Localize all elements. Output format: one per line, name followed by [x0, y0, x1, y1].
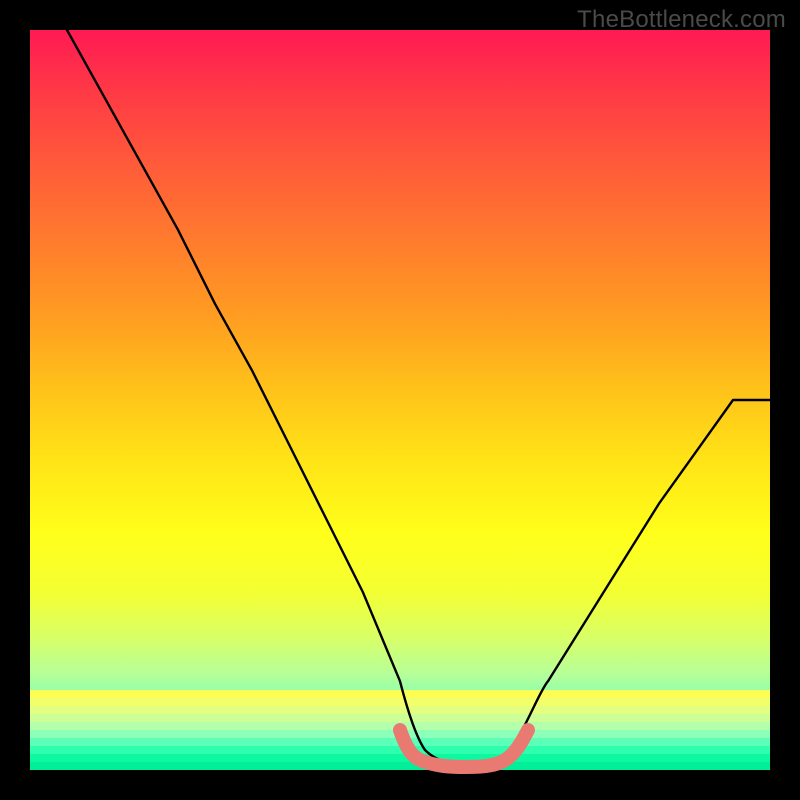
plot-area [30, 30, 770, 770]
watermark-text: TheBottleneck.com [577, 6, 786, 34]
chart-frame: TheBottleneck.com [0, 0, 800, 800]
ideal-zone-marker [400, 730, 528, 767]
bottleneck-curve [67, 30, 770, 765]
chart-svg [30, 30, 770, 770]
